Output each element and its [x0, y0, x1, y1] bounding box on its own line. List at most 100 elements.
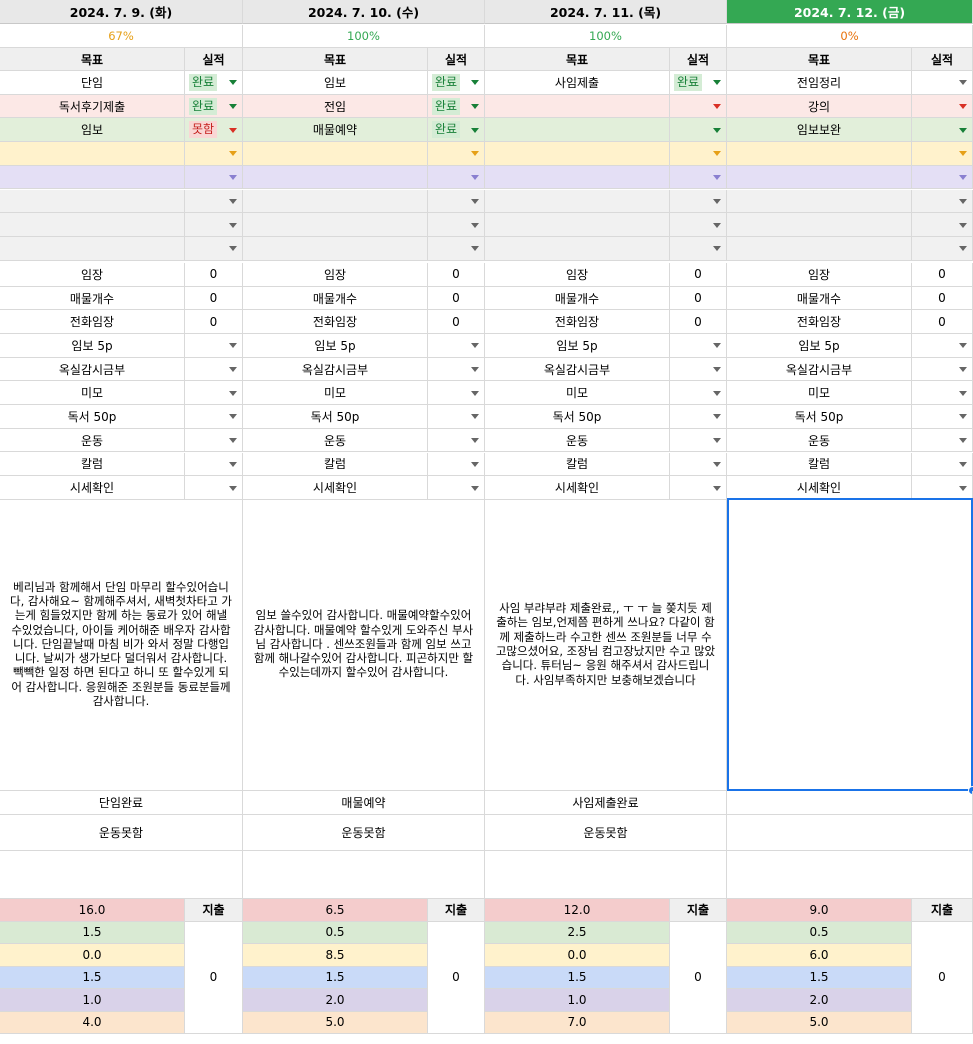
metric-value[interactable]: 0 [185, 263, 243, 287]
habit-check-dropdown[interactable] [912, 381, 973, 406]
task-goal-cell[interactable] [727, 213, 912, 237]
task-result-dropdown[interactable] [912, 142, 973, 166]
dropdown-arrow-icon[interactable] [229, 438, 237, 444]
task-result-dropdown[interactable]: 완료 [670, 71, 727, 95]
task-result-dropdown[interactable] [912, 213, 973, 237]
blank-row[interactable] [243, 851, 485, 899]
task-goal-cell[interactable] [485, 236, 670, 261]
dropdown-arrow-icon[interactable] [959, 222, 967, 228]
habit-check-dropdown[interactable] [185, 334, 243, 358]
dropdown-arrow-icon[interactable] [713, 485, 721, 491]
dropdown-arrow-icon[interactable] [959, 104, 967, 110]
dropdown-arrow-icon[interactable] [471, 198, 479, 204]
task-goal-cell[interactable]: 임보 [243, 71, 428, 95]
task-goal-cell[interactable] [243, 165, 428, 190]
blank-row[interactable] [727, 851, 973, 899]
task-result-dropdown[interactable] [912, 118, 973, 143]
habit-check-dropdown[interactable] [912, 476, 973, 500]
task-result-dropdown[interactable]: 완료 [185, 94, 243, 119]
task-result-dropdown[interactable] [670, 236, 727, 261]
task-result-dropdown[interactable] [670, 118, 727, 143]
task-result-dropdown[interactable] [670, 189, 727, 214]
dropdown-arrow-icon[interactable] [959, 198, 967, 204]
metric-value[interactable]: 0 [428, 263, 485, 287]
summary-missed[interactable]: 운동못함 [0, 815, 243, 851]
dropdown-arrow-icon[interactable] [471, 222, 479, 228]
task-goal-cell[interactable] [243, 213, 428, 237]
dropdown-arrow-icon[interactable] [229, 414, 237, 420]
metric-value[interactable]: 0 [428, 310, 485, 335]
dropdown-arrow-icon[interactable] [471, 414, 479, 420]
dropdown-arrow-icon[interactable] [959, 485, 967, 491]
budget-value[interactable]: 9.0 [727, 899, 912, 922]
task-result-dropdown[interactable] [670, 94, 727, 119]
habit-check-dropdown[interactable] [912, 405, 973, 429]
budget-value[interactable]: 16.0 [0, 899, 185, 922]
task-goal-cell[interactable] [0, 165, 185, 190]
habit-check-dropdown[interactable] [185, 428, 243, 453]
habit-check-dropdown[interactable] [670, 334, 727, 358]
task-goal-cell[interactable] [243, 189, 428, 214]
budget-value[interactable]: 5.0 [243, 1011, 428, 1034]
task-goal-cell[interactable] [0, 189, 185, 214]
habit-check-dropdown[interactable] [670, 476, 727, 500]
task-goal-cell[interactable] [243, 236, 428, 261]
dropdown-arrow-icon[interactable] [229, 175, 237, 181]
dropdown-arrow-icon[interactable] [471, 390, 479, 396]
task-result-dropdown[interactable] [185, 213, 243, 237]
dropdown-arrow-icon[interactable] [229, 222, 237, 228]
expense-value[interactable]: 0 [185, 921, 243, 1034]
summary-missed[interactable]: 운동못함 [485, 815, 727, 851]
blank-row[interactable] [0, 851, 243, 899]
task-goal-cell[interactable] [243, 142, 428, 166]
budget-value[interactable]: 0.0 [0, 944, 185, 967]
budget-value[interactable]: 1.5 [727, 966, 912, 989]
dropdown-arrow-icon[interactable] [229, 485, 237, 491]
task-result-dropdown[interactable] [912, 189, 973, 214]
expense-value[interactable]: 0 [428, 921, 485, 1034]
habit-check-dropdown[interactable] [428, 452, 485, 477]
dropdown-arrow-icon[interactable] [713, 246, 721, 252]
dropdown-arrow-icon[interactable] [959, 414, 967, 420]
dropdown-arrow-icon[interactable] [471, 461, 479, 467]
dropdown-arrow-icon[interactable] [229, 343, 237, 349]
habit-check-dropdown[interactable] [670, 405, 727, 429]
budget-value[interactable]: 1.0 [485, 989, 670, 1012]
task-result-dropdown[interactable] [670, 213, 727, 237]
dropdown-arrow-icon[interactable] [229, 246, 237, 252]
dropdown-arrow-icon[interactable] [713, 414, 721, 420]
budget-value[interactable]: 8.5 [243, 944, 428, 967]
habit-check-dropdown[interactable] [428, 476, 485, 500]
summary-achievement[interactable] [727, 791, 973, 815]
dropdown-arrow-icon[interactable] [229, 461, 237, 467]
budget-value[interactable]: 1.5 [0, 966, 185, 989]
date-header[interactable]: 2024. 7. 12. (금) [727, 0, 973, 24]
task-result-dropdown[interactable] [185, 189, 243, 214]
dropdown-arrow-icon[interactable] [959, 461, 967, 467]
completion-percent[interactable]: 0% [727, 25, 973, 48]
dropdown-arrow-icon[interactable] [959, 367, 967, 373]
dropdown-arrow-icon[interactable] [713, 175, 721, 181]
habit-check-dropdown[interactable] [185, 476, 243, 500]
metric-value[interactable]: 0 [670, 286, 727, 311]
task-goal-cell[interactable] [0, 213, 185, 237]
dropdown-arrow-icon[interactable] [959, 438, 967, 444]
dropdown-arrow-icon[interactable] [229, 104, 237, 110]
dropdown-arrow-icon[interactable] [713, 461, 721, 467]
metric-value[interactable]: 0 [670, 310, 727, 335]
dropdown-arrow-icon[interactable] [959, 175, 967, 181]
dropdown-arrow-icon[interactable] [959, 343, 967, 349]
habit-check-dropdown[interactable] [185, 405, 243, 429]
task-result-dropdown[interactable] [428, 165, 485, 190]
dropdown-arrow-icon[interactable] [713, 367, 721, 373]
gratitude-journal-cell[interactable]: 임보 쓸수있어 감사합니다. 매물예약할수있어 감사합니다. 매물예약 할수있게… [243, 498, 485, 791]
habit-check-dropdown[interactable] [185, 452, 243, 477]
habit-check-dropdown[interactable] [670, 428, 727, 453]
task-goal-cell[interactable] [485, 94, 670, 119]
budget-value[interactable]: 2.5 [485, 921, 670, 944]
task-result-dropdown[interactable] [670, 165, 727, 190]
dropdown-arrow-icon[interactable] [713, 343, 721, 349]
task-result-dropdown[interactable] [670, 142, 727, 166]
task-result-dropdown[interactable]: 완료 [428, 118, 485, 143]
date-header[interactable]: 2024. 7. 11. (목) [485, 0, 727, 24]
